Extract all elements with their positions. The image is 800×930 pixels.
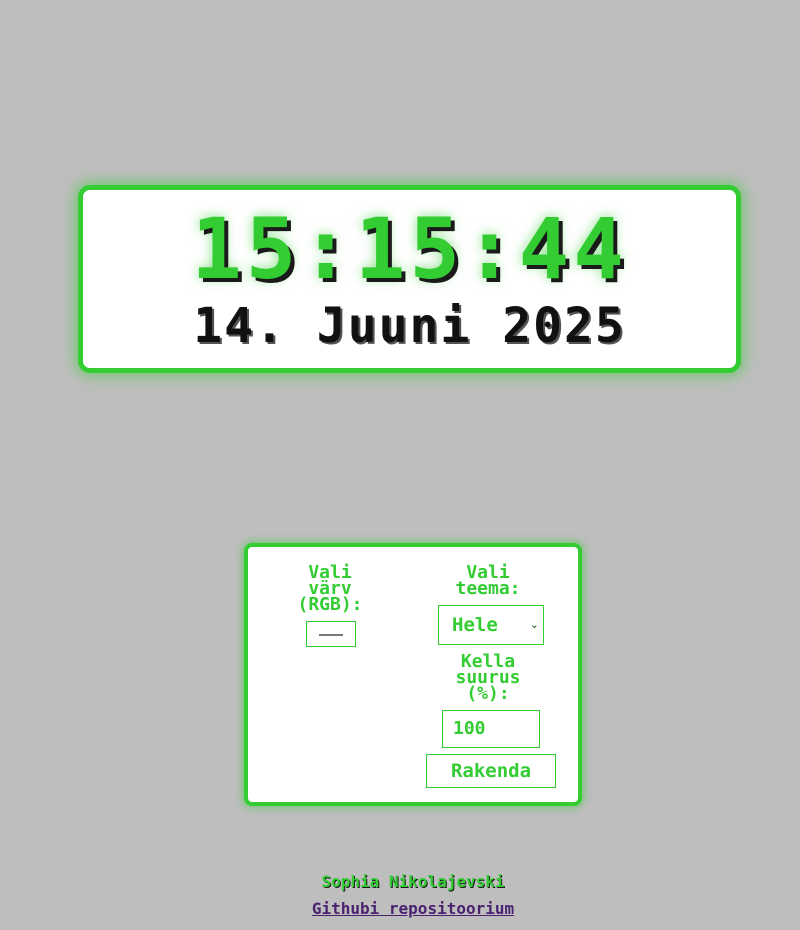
clock-panel: 15:15:44 14. Juuni 2025 (78, 185, 741, 373)
clock-size-label: Kella suurus (%): (455, 651, 521, 704)
settings-panel: Vali värv (RGB): Vali teema: Hele ⌄ Kell… (244, 543, 582, 806)
color-label: Vali värv (RGB): (297, 562, 363, 615)
footer-author: Sophia Nikolajevski (321, 872, 505, 891)
clock-date: 14. Juuni 2025 (193, 298, 626, 354)
clock-size-value: 100 (453, 718, 486, 739)
clock-time: 15:15:44 (191, 200, 628, 298)
chevron-down-icon: ⌄ (529, 618, 539, 631)
theme-select[interactable]: Hele ⌄ (438, 605, 544, 645)
color-picker-input[interactable] (306, 621, 356, 647)
theme-label: Vali teema: (455, 562, 521, 599)
theme-select-value: Hele (452, 614, 498, 636)
github-repo-link[interactable]: Githubi repositoorium (0, 900, 800, 918)
apply-button[interactable]: Rakenda (426, 754, 556, 788)
page: 15:15:44 14. Juuni 2025 Vali värv (RGB):… (0, 0, 800, 930)
color-swatch (319, 634, 343, 636)
clock-size-input[interactable]: 100 (442, 710, 540, 748)
